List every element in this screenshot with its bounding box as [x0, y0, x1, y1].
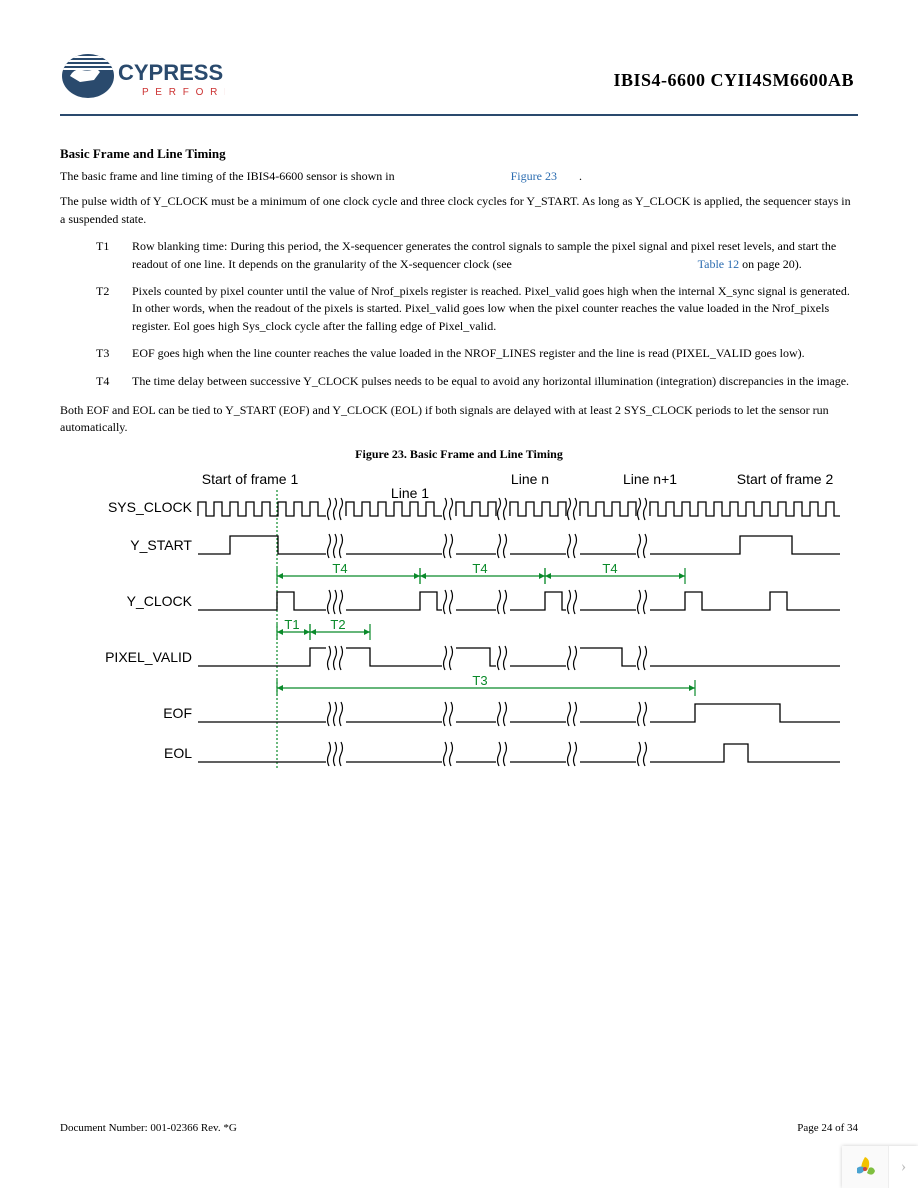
t4-label: T4 [96, 373, 132, 390]
t2-text: Pixels counted by pixel counter until th… [132, 283, 858, 335]
t2-anno: T2 [330, 617, 345, 632]
section-heading: Basic Frame and Line Timing [60, 146, 858, 162]
t1-tail: on page 20). [742, 257, 802, 271]
page-footer: Document Number: 001-02366 Rev. *G Page … [60, 1122, 858, 1134]
t4-row: T4 The time delay between successive Y_C… [96, 373, 858, 390]
label-line-1: Line 1 [391, 485, 429, 501]
t2-row: T2 Pixels counted by pixel counter until… [96, 283, 858, 335]
t4-label-2: T4 [472, 561, 487, 576]
cypress-logo-icon: CYPRESS P E R F O R M [60, 50, 225, 110]
label-line-n: Line n [511, 471, 549, 487]
t1-text: Row blanking time: During this period, t… [132, 238, 858, 273]
timing-diagram: .sig { stroke:#000; stroke-width:1.3; fi… [80, 468, 858, 783]
t3-annotation: T3 [277, 673, 695, 696]
t3-label: T3 [96, 345, 132, 362]
para1-text: The basic frame and line timing of the I… [60, 169, 395, 183]
t1-label: T1 [96, 238, 132, 273]
eol-label: EOL [164, 745, 192, 761]
para1-end: . [579, 169, 582, 183]
signal-y-clock: Y_CLOCK [127, 590, 840, 614]
logo: CYPRESS P E R F O R M [60, 50, 225, 110]
t4-label-1: T4 [332, 561, 347, 576]
signal-pixel-valid: PIXEL_VALID [105, 646, 840, 670]
signal-y-start: Y_START [130, 534, 840, 558]
page-header: CYPRESS P E R F O R M IBIS4-6600 CYII4SM… [60, 50, 858, 116]
brand-main: CYPRESS [118, 60, 223, 85]
t3-row: T3 EOF goes high when the line counter r… [96, 345, 858, 362]
y-start-label: Y_START [130, 537, 192, 553]
brand-sub: P E R F O R M [142, 87, 225, 98]
label-line-n1: Line n+1 [623, 471, 677, 487]
t3-anno: T3 [472, 673, 487, 688]
t1-anno: T1 [284, 617, 299, 632]
document-title: IBIS4-6600 CYII4SM6600AB [613, 70, 858, 91]
intro-paragraph-1: The basic frame and line timing of the I… [60, 168, 858, 185]
t4-annotations: T4 T4 T4 [277, 561, 685, 584]
eof-label: EOF [163, 705, 192, 721]
figure-caption: Figure 23. Basic Frame and Line Timing [60, 447, 858, 462]
signal-eol: EOL [164, 742, 840, 766]
t3-text: EOF goes high when the line counter reac… [132, 345, 858, 362]
footer-page-number: Page 24 of 34 [797, 1122, 858, 1134]
page: CYPRESS P E R F O R M IBIS4-6600 CYII4SM… [0, 0, 918, 1188]
closing-paragraph: Both EOF and EOL can be tied to Y_START … [60, 402, 858, 437]
t4-label-3: T4 [602, 561, 617, 576]
sys-clock-label: SYS_CLOCK [108, 499, 193, 515]
label-start-of-frame-2: Start of frame 2 [737, 471, 834, 487]
signal-eof: EOF [163, 702, 840, 726]
t1-row: T1 Row blanking time: During this period… [96, 238, 858, 273]
table-12-link[interactable]: Table 12 [698, 257, 739, 271]
widget-logo-icon[interactable] [842, 1146, 888, 1188]
label-start-of-frame-1: Start of frame 1 [202, 471, 299, 487]
viewer-widget: › [842, 1146, 918, 1188]
figure-23-link[interactable]: Figure 23 [511, 169, 557, 183]
t1-t2-annotations: T1 T2 [277, 617, 370, 640]
timing-definitions: T1 Row blanking time: During this period… [96, 238, 858, 390]
footer-doc-number: Document Number: 001-02366 Rev. *G [60, 1122, 237, 1134]
widget-next-button[interactable]: › [888, 1146, 918, 1188]
t2-label: T2 [96, 283, 132, 335]
pixel-valid-label: PIXEL_VALID [105, 649, 192, 665]
signal-sys-clock: SYS_CLOCK [108, 498, 840, 520]
t4-text: The time delay between successive Y_CLOC… [132, 373, 858, 390]
y-clock-label: Y_CLOCK [127, 593, 193, 609]
intro-paragraph-2: The pulse width of Y_CLOCK must be a min… [60, 193, 858, 228]
chevron-right-icon: › [901, 1158, 906, 1176]
